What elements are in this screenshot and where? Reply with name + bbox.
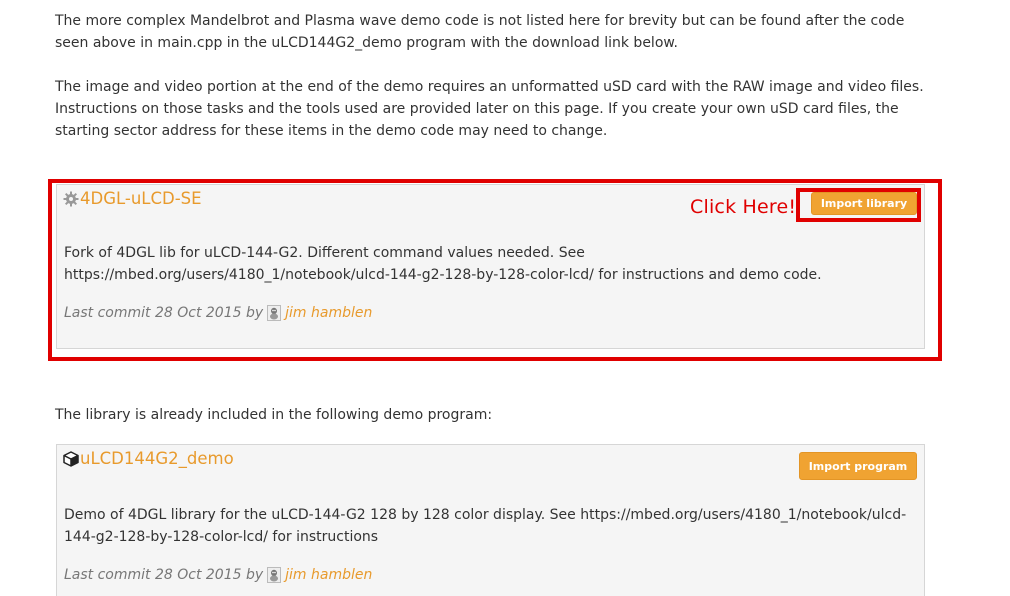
click-here-annotation: Click Here!: [690, 196, 797, 218]
program-commit-info: Last commit 28 Oct 2015 by jim hamblen: [64, 567, 372, 583]
program-card: uLCD144G2_demo Import program Demo of 4D…: [56, 444, 925, 596]
import-program-button[interactable]: Import program: [799, 452, 917, 480]
program-description: Demo of 4DGL library for the uLCD-144-G2…: [64, 507, 907, 545]
program-title: uLCD144G2_demo: [80, 449, 234, 468]
cube-icon: [63, 450, 79, 467]
intro-paragraph-1: The more complex Mandelbrot and Plasma w…: [55, 13, 905, 51]
commit-text: Last commit 28 Oct 2015 by: [64, 567, 264, 583]
included-text: The library is already included in the f…: [55, 407, 493, 423]
intro-paragraph-2: The image and video portion at the end o…: [55, 79, 924, 139]
author-link[interactable]: jim hamblen: [285, 567, 372, 583]
program-title-link[interactable]: uLCD144G2_demo: [63, 449, 234, 468]
avatar-icon: [267, 567, 282, 583]
button-highlight-frame: [796, 188, 921, 222]
